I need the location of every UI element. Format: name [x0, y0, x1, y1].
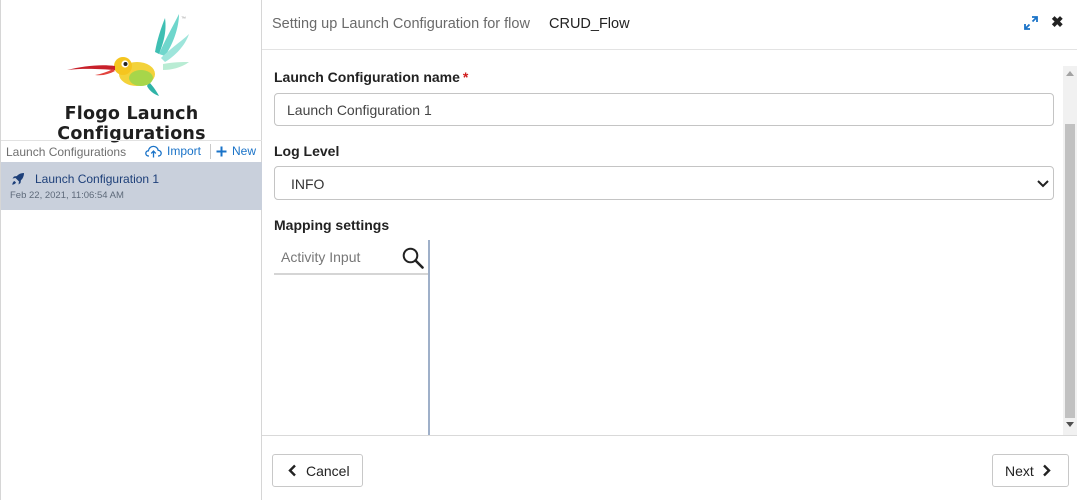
sidebar: ™ Flogo Launch Configurations Launch Con… [0, 0, 262, 500]
activity-input-header: Activity Input [274, 240, 429, 275]
mapping-settings-label: Mapping settings [274, 217, 390, 233]
dialog-title: Setting up Launch Configuration for flow [272, 16, 530, 32]
log-level-select[interactable]: INFO [274, 166, 1054, 200]
mapping-area: Activity Input [274, 240, 1054, 435]
launch-configurations-label: Launch Configurations [6, 145, 127, 159]
plus-icon [216, 146, 227, 156]
search-icon[interactable] [402, 247, 424, 269]
hummingbird-logo: ™ [67, 14, 189, 96]
scrollbar-thumb[interactable] [1065, 124, 1075, 418]
chevron-left-icon [288, 464, 296, 477]
name-label-text: Launch Configuration name [274, 69, 460, 85]
rocket-icon [12, 173, 24, 185]
chevron-right-icon [1042, 464, 1051, 477]
log-level-value: INFO [291, 176, 325, 192]
launch-configurations-header: Launch Configurations Import New [1, 140, 262, 162]
launch-configuration-date: Feb 22, 2021, 11:06:54 AM [10, 190, 124, 201]
import-button[interactable]: Import [145, 144, 201, 158]
svg-text:™: ™ [181, 16, 186, 22]
cancel-label: Cancel [306, 462, 350, 479]
mapping-divider[interactable] [428, 240, 430, 435]
launch-configuration-name-input[interactable] [274, 93, 1054, 126]
expand-icon[interactable] [1024, 16, 1038, 30]
main-panel: Setting up Launch Configuration for flow… [262, 0, 1077, 500]
launch-configuration-name-label: Launch Configuration name * [274, 69, 468, 85]
new-button[interactable]: New [216, 144, 256, 158]
next-label: Next [1005, 462, 1034, 479]
dialog-header: Setting up Launch Configuration for flow… [262, 0, 1077, 50]
dialog-footer: Cancel Next [262, 435, 1077, 500]
launch-configuration-name: Launch Configuration 1 [35, 172, 160, 186]
import-label: Import [167, 144, 202, 158]
vertical-scrollbar[interactable] [1063, 66, 1077, 435]
activity-input-label: Activity Input [281, 249, 361, 265]
launch-configuration-item[interactable]: Launch Configuration 1 Feb 22, 2021, 11:… [1, 162, 262, 210]
chevron-down-icon [1037, 180, 1049, 188]
flow-name: CRUD_Flow [549, 16, 630, 32]
cancel-button[interactable]: Cancel [272, 454, 363, 487]
log-level-label: Log Level [274, 143, 340, 159]
new-label: New [232, 144, 257, 158]
required-marker: * [462, 69, 469, 85]
scroll-up-icon[interactable] [1066, 70, 1074, 76]
close-icon[interactable]: ✖ [1051, 15, 1064, 31]
cloud-upload-icon [145, 145, 162, 157]
scroll-down-icon[interactable] [1066, 422, 1074, 428]
next-button[interactable]: Next [992, 454, 1069, 487]
header-divider [210, 144, 211, 159]
app-title: Flogo Launch Configurations [57, 104, 206, 144]
